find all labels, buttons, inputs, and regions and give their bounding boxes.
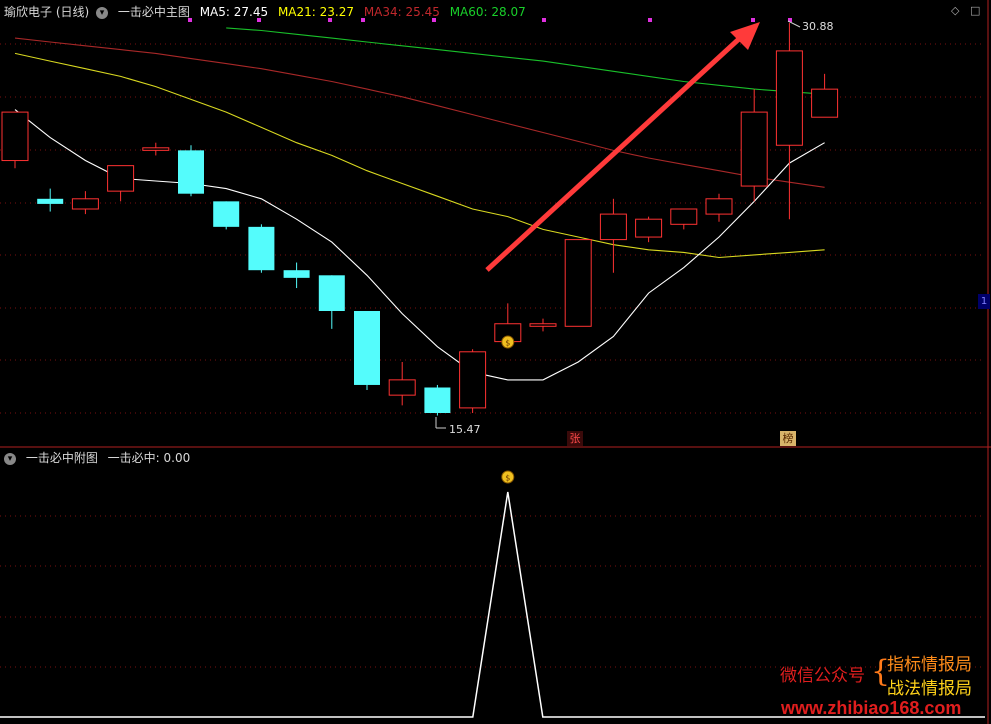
candle-body [142, 147, 170, 151]
high-price-label: 30.88 [802, 20, 834, 33]
candle-body [424, 387, 451, 413]
signal-dot [648, 18, 652, 22]
candle-body [459, 351, 487, 409]
candle-body [388, 379, 416, 396]
candle-body [107, 165, 135, 192]
square-icon[interactable]: □ [970, 4, 980, 17]
candle-body [354, 311, 380, 385]
zhang-tag[interactable]: 张 [567, 431, 583, 446]
candle-body [635, 218, 663, 238]
sub-indicator-name[interactable]: 一击必中附图 [26, 451, 98, 465]
ma21-label: MA21: 23.27 [277, 5, 354, 19]
stock-name: 瑜欣电子 (日线) [4, 5, 90, 19]
candle-body [599, 213, 627, 241]
chart-canvas: $$ [0, 0, 991, 724]
candle-body [283, 270, 310, 278]
candle-body [318, 275, 345, 311]
watermark-line2: 战法情报局 [887, 679, 972, 698]
candle-body [564, 239, 592, 327]
candle-body [529, 323, 557, 327]
ma60-label: MA60: 28.07 [449, 5, 526, 19]
ma5-label: MA5: 27.45 [199, 5, 269, 19]
candle-body [213, 201, 240, 227]
sub-header: ▾ 一击必中附图 一击必中: 0.00 [4, 449, 196, 466]
money-bag-icon: $ [505, 339, 510, 348]
sub-value-label: 一击必中: 0.00 [107, 451, 191, 465]
candle-body [775, 50, 803, 146]
chevron-down-icon[interactable]: ▾ [4, 452, 16, 465]
ma5-line [14, 109, 825, 381]
main-header: 瑜欣电子 (日线) ▾ 一击必中主图 MA5: 27.45 MA21: 23.2… [4, 3, 532, 20]
signal-dot [751, 18, 755, 22]
watermark-url: www.zhibiao168.com [781, 698, 962, 718]
bang-tag[interactable]: 榜 [780, 431, 796, 446]
candle-body [740, 111, 768, 187]
candle-body [1, 111, 29, 162]
main-indicator-name[interactable]: 一击必中主图 [118, 5, 190, 19]
watermark-line1: 指标情报局 [887, 655, 972, 674]
candle-body [705, 198, 733, 215]
diamond-icon[interactable]: ◇ [951, 4, 959, 17]
ma60-line [226, 27, 825, 95]
chevron-down-icon[interactable]: ▾ [96, 6, 109, 19]
candle-body [248, 226, 275, 271]
wechat-label: 微信公众号 [780, 666, 865, 685]
money-bag-icon: $ [505, 474, 510, 483]
ma34-line [14, 37, 825, 188]
signal-dot [542, 18, 546, 22]
candle-body [71, 198, 99, 210]
candle-body [178, 150, 204, 194]
ma34-label: MA34: 25.45 [363, 5, 440, 19]
candle-body [37, 198, 64, 204]
low-price-label: 15.47 [449, 423, 481, 436]
candle-body [670, 208, 698, 225]
right-axis-marker[interactable]: 1 [978, 294, 990, 309]
candle-body [811, 88, 839, 118]
